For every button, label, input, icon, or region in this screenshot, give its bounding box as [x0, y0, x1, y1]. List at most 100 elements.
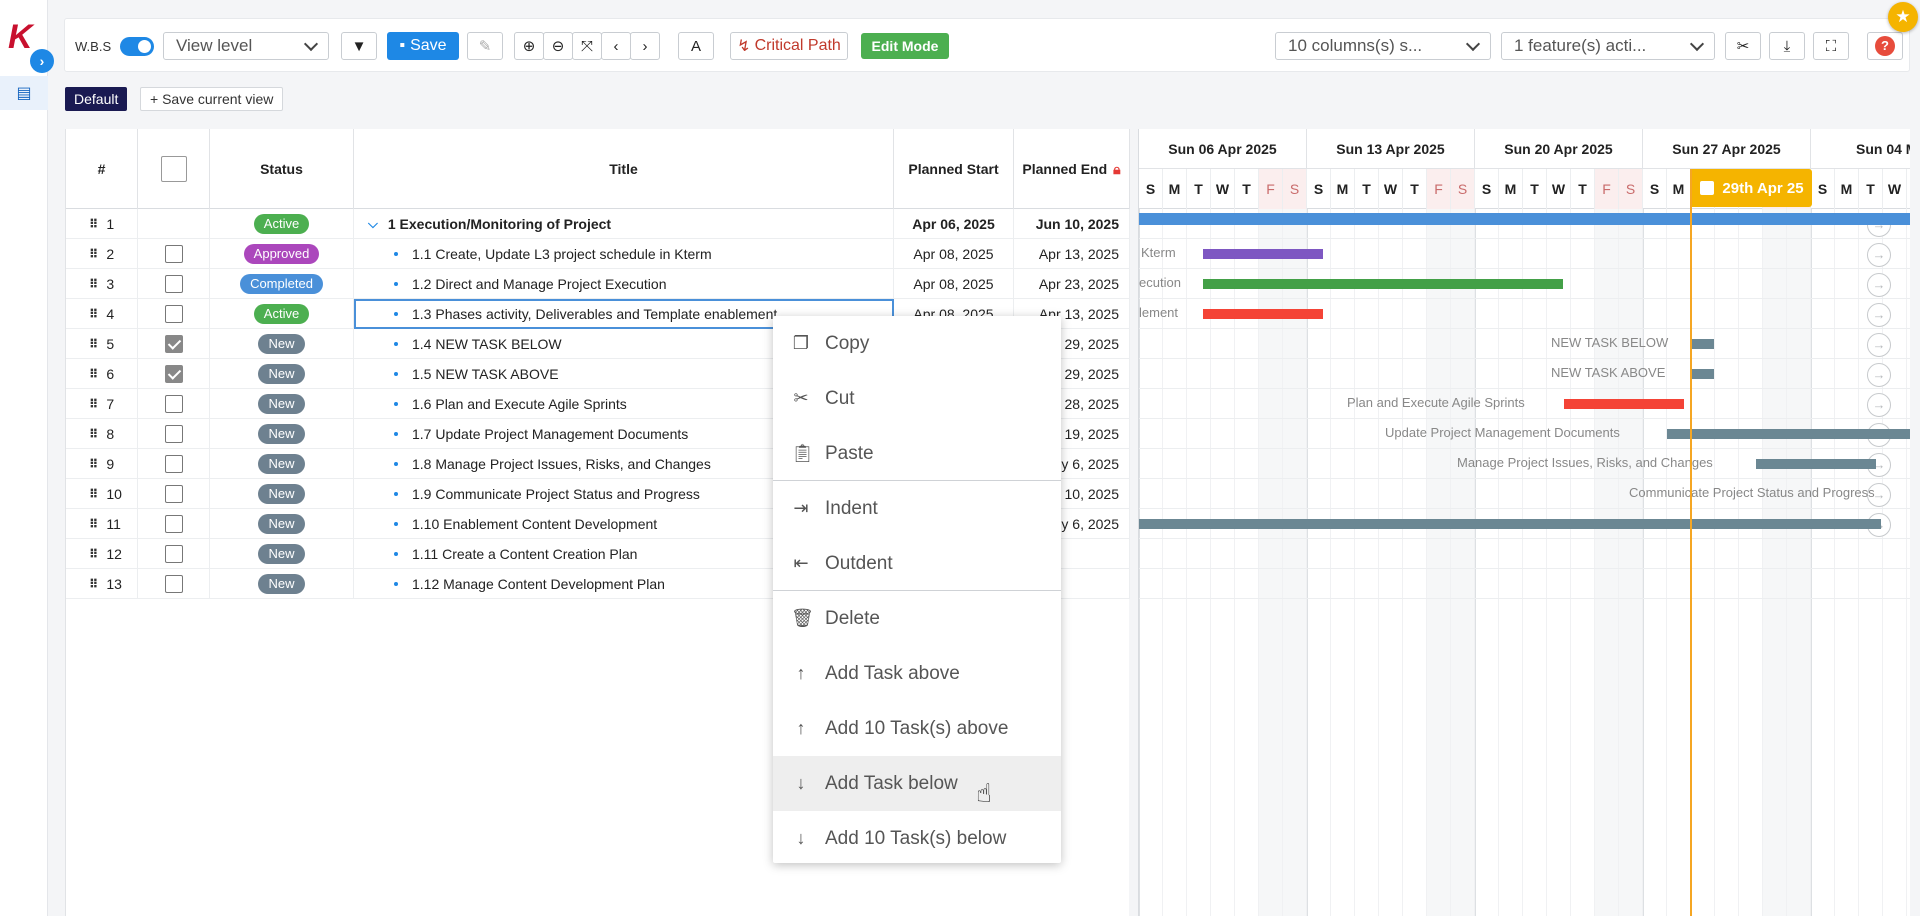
- drag-handle-icon[interactable]: ⠿: [89, 367, 98, 381]
- title-cell[interactable]: ⌵ 1 Execution/Monitoring of Project: [354, 209, 894, 239]
- planned-end-cell[interactable]: Jun 10, 2025: [1014, 209, 1130, 239]
- view-level-select[interactable]: View level: [163, 32, 329, 60]
- status-cell[interactable]: New: [210, 329, 354, 359]
- summary-bar[interactable]: [1139, 213, 1910, 225]
- menu-item-cut[interactable]: ✂ Cut: [773, 371, 1061, 426]
- edit-button[interactable]: ✎: [467, 32, 503, 60]
- task-bar[interactable]: [1203, 309, 1323, 319]
- drag-handle-icon[interactable]: ⠿: [89, 577, 98, 591]
- status-cell[interactable]: New: [210, 509, 354, 539]
- fullscreen-button[interactable]: ⛶: [1813, 32, 1849, 60]
- row-checkbox[interactable]: [164, 455, 183, 473]
- drag-handle-icon[interactable]: ⠿: [89, 337, 98, 351]
- status-cell[interactable]: Active: [210, 209, 354, 239]
- prev-button[interactable]: ‹: [601, 32, 631, 60]
- planned-end-cell[interactable]: Apr 13, 2025: [1014, 239, 1130, 269]
- scroll-to-task-icon[interactable]: →: [1867, 243, 1891, 267]
- scissors-button[interactable]: ✂: [1725, 32, 1761, 60]
- row-checkbox[interactable]: [164, 305, 183, 323]
- font-button[interactable]: A: [678, 32, 714, 60]
- task-bar[interactable]: [1203, 279, 1563, 289]
- status-cell[interactable]: Active: [210, 299, 354, 329]
- task-bar[interactable]: [1667, 429, 1910, 439]
- status-cell[interactable]: New: [210, 479, 354, 509]
- status-cell[interactable]: New: [210, 419, 354, 449]
- task-bar[interactable]: [1690, 369, 1714, 379]
- save-button[interactable]: ▪ Save: [387, 32, 459, 60]
- critical-path-button[interactable]: ↯ Critical Path: [730, 32, 848, 60]
- status-cell[interactable]: Completed: [210, 269, 354, 299]
- drag-handle-icon[interactable]: ⠿: [89, 487, 98, 501]
- table-row[interactable]: ⠿ 1 Active ⌵ 1 Execution/Monitoring of P…: [66, 209, 1130, 239]
- menu-item-add-10-tasks-below[interactable]: ↓ Add 10 Task(s) below: [773, 811, 1061, 866]
- menu-item-indent[interactable]: ⇥ Indent: [773, 481, 1061, 536]
- menu-item-paste[interactable]: 📋︎ Paste: [773, 426, 1061, 481]
- zoom-out-button[interactable]: ⊖: [543, 32, 573, 60]
- planned-start-cell[interactable]: Apr 08, 2025: [894, 239, 1014, 269]
- menu-item-add-task-above[interactable]: ↑ Add Task above: [773, 646, 1061, 701]
- drag-handle-icon[interactable]: ⠿: [89, 247, 98, 261]
- save-current-view-button[interactable]: + Save current view: [140, 87, 284, 111]
- header-planned-start[interactable]: Planned Start: [894, 129, 1014, 209]
- scroll-to-task-icon[interactable]: →: [1867, 363, 1891, 387]
- header-status[interactable]: Status: [210, 129, 354, 209]
- drag-handle-icon[interactable]: ⠿: [89, 457, 98, 471]
- edit-mode-button[interactable]: Edit Mode: [861, 33, 949, 59]
- drag-handle-icon[interactable]: ⠿: [89, 427, 98, 441]
- row-checkbox[interactable]: [164, 485, 183, 503]
- scroll-to-task-icon[interactable]: →: [1867, 333, 1891, 357]
- task-bar[interactable]: [1139, 519, 1881, 529]
- planned-start-cell[interactable]: Apr 06, 2025: [894, 209, 1014, 239]
- status-cell[interactable]: New: [210, 539, 354, 569]
- table-row[interactable]: ⠿ 2 Approved 1.1 Create, Update L3 proje…: [66, 239, 1130, 269]
- scroll-to-task-icon[interactable]: →: [1867, 393, 1891, 417]
- planned-start-cell[interactable]: Apr 08, 2025: [894, 269, 1014, 299]
- wbs-toggle[interactable]: [120, 37, 154, 56]
- drag-handle-icon[interactable]: ⠿: [89, 307, 98, 321]
- header-num[interactable]: #: [66, 129, 138, 209]
- status-cell[interactable]: New: [210, 569, 354, 599]
- header-planned-end[interactable]: Planned End 🔒︎: [1014, 129, 1130, 209]
- download-button[interactable]: ⤓: [1769, 32, 1805, 60]
- filter-button[interactable]: ▼: [341, 32, 377, 60]
- features-select[interactable]: 1 feature(s) acti...: [1501, 32, 1715, 60]
- columns-select[interactable]: 10 columns(s) s...: [1275, 32, 1491, 60]
- drag-handle-icon[interactable]: ⠿: [89, 517, 98, 531]
- help-button[interactable]: ?: [1867, 32, 1903, 60]
- row-checkbox[interactable]: [164, 275, 183, 293]
- header-title[interactable]: Title: [354, 129, 894, 209]
- expand-rail-button[interactable]: ›: [30, 49, 54, 73]
- title-cell[interactable]: 1.1 Create, Update L3 project schedule i…: [354, 239, 894, 269]
- status-cell[interactable]: New: [210, 449, 354, 479]
- menu-item-delete[interactable]: 🗑︎ Delete: [773, 591, 1061, 646]
- menu-item-add-task-below[interactable]: ↓ Add Task below: [773, 756, 1061, 811]
- row-checkbox[interactable]: [164, 425, 183, 443]
- status-cell[interactable]: Approved: [210, 239, 354, 269]
- planned-end-cell[interactable]: Apr 23, 2025: [1014, 269, 1130, 299]
- task-bar[interactable]: [1756, 459, 1876, 469]
- collapse-chevron-icon[interactable]: ⌵: [368, 216, 378, 232]
- header-select-all[interactable]: [138, 129, 210, 209]
- task-bar[interactable]: [1564, 399, 1684, 409]
- task-bar[interactable]: [1203, 249, 1323, 259]
- drag-handle-icon[interactable]: ⠿: [89, 397, 98, 411]
- drag-handle-icon[interactable]: ⠿: [89, 217, 98, 231]
- task-bar[interactable]: [1690, 339, 1714, 349]
- drag-handle-icon[interactable]: ⠿: [89, 547, 98, 561]
- status-cell[interactable]: New: [210, 389, 354, 419]
- table-row[interactable]: ⠿ 3 Completed 1.2 Direct and Manage Proj…: [66, 269, 1130, 299]
- board-nav-item[interactable]: ▤: [0, 76, 48, 110]
- select-all-checkbox[interactable]: [160, 156, 187, 182]
- menu-item-outdent[interactable]: ⇤ Outdent: [773, 536, 1061, 591]
- row-checkbox[interactable]: [164, 245, 183, 263]
- drag-handle-icon[interactable]: ⠿: [89, 277, 98, 291]
- menu-item-add-10-tasks-above[interactable]: ↑ Add 10 Task(s) above: [773, 701, 1061, 756]
- fit-button[interactable]: ⤧: [572, 32, 602, 60]
- zoom-in-button[interactable]: ⊕: [514, 32, 544, 60]
- favorite-button[interactable]: ★: [1888, 2, 1918, 32]
- row-checkbox[interactable]: [164, 575, 183, 593]
- default-view-tab[interactable]: Default: [65, 87, 128, 111]
- row-checkbox[interactable]: [164, 395, 183, 413]
- row-checkbox[interactable]: [164, 365, 183, 383]
- scroll-to-task-icon[interactable]: →: [1867, 303, 1891, 327]
